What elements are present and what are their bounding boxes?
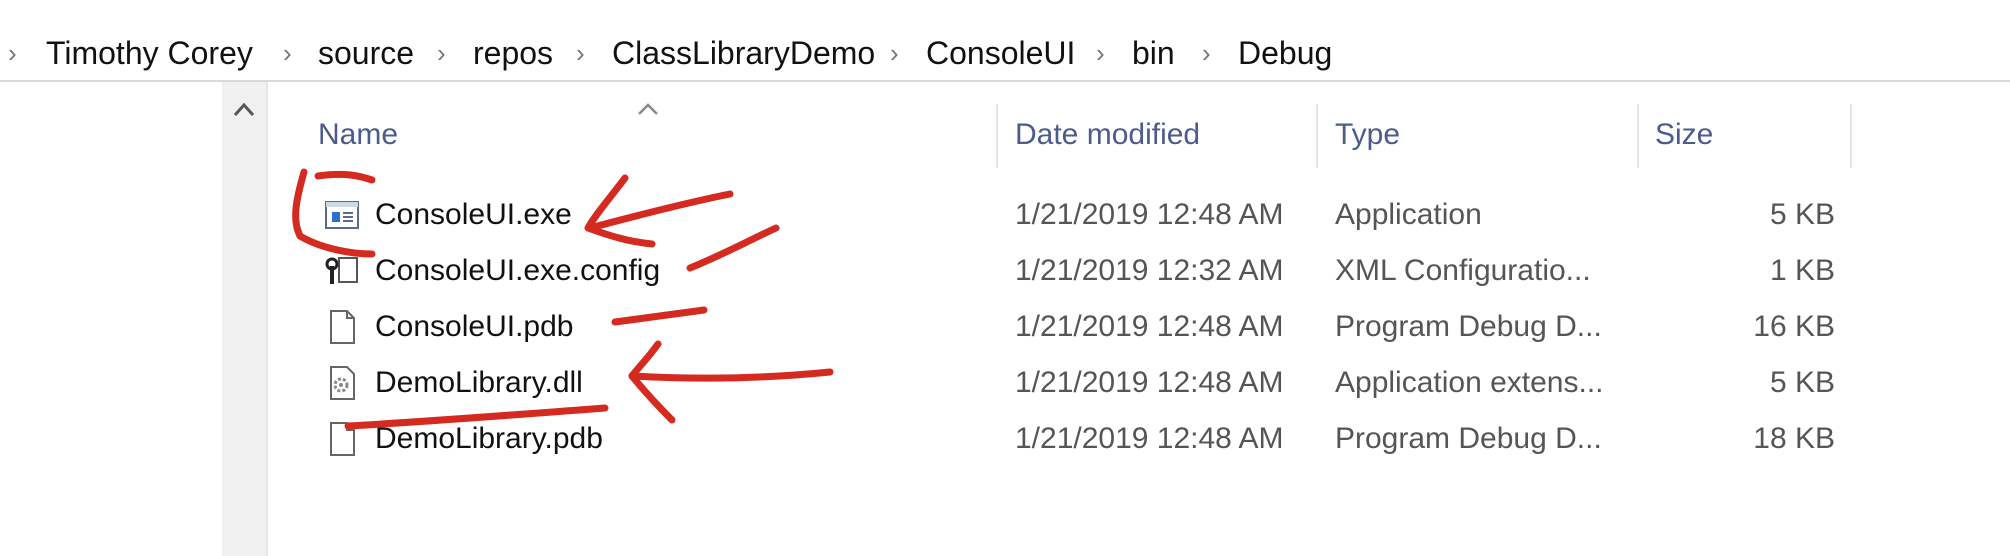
breadcrumb-item-timothy-corey[interactable]: Timothy Corey: [46, 37, 253, 69]
navigation-pane[interactable]: [222, 82, 268, 556]
file-name: DemoLibrary.pdb: [375, 422, 603, 455]
scroll-up-icon[interactable]: [222, 94, 266, 122]
file-row[interactable]: DemoLibrary.dll 1/21/2019 12:48 AM Appli…: [305, 356, 1850, 408]
breadcrumb-item-source[interactable]: source: [318, 37, 414, 69]
column-divider[interactable]: [1316, 104, 1318, 168]
file-type: Application: [1335, 198, 1482, 231]
file-date-modified: 1/21/2019 12:48 AM: [1015, 422, 1284, 455]
file-size: 5 KB: [1769, 366, 1835, 399]
window-top-strip: [0, 0, 2010, 26]
column-divider[interactable]: [996, 104, 998, 168]
file-type: Program Debug D...: [1335, 422, 1602, 455]
column-header-size[interactable]: Size: [1655, 118, 1713, 152]
file-row[interactable]: ConsoleUI.exe.config 1/21/2019 12:32 AM …: [305, 244, 1850, 296]
file-date-modified: 1/21/2019 12:48 AM: [1015, 366, 1284, 399]
file-size: 18 KB: [1753, 422, 1835, 455]
file-row[interactable]: ConsoleUI.pdb 1/21/2019 12:48 AM Program…: [305, 300, 1850, 352]
blank-file-icon: [323, 420, 361, 458]
address-bar[interactable]: › Timothy Corey › source › repos › Class…: [0, 24, 2010, 82]
file-date-modified: 1/21/2019 12:48 AM: [1015, 310, 1284, 343]
sort-ascending-icon: [637, 94, 659, 120]
file-size: 16 KB: [1753, 310, 1835, 343]
blank-file-icon: [323, 308, 361, 346]
annotation-bracket: [314, 170, 376, 184]
file-row[interactable]: ConsoleUI.exe 1/21/2019 12:48 AM Applica…: [305, 188, 1850, 240]
file-type: Program Debug D...: [1335, 310, 1602, 343]
breadcrumb-item-repos[interactable]: repos: [473, 37, 553, 69]
column-header-type[interactable]: Type: [1335, 118, 1400, 152]
application-icon: [323, 196, 361, 234]
file-type: XML Configuratio...: [1335, 254, 1591, 287]
breadcrumb-item-consoleui[interactable]: ConsoleUI: [926, 37, 1075, 69]
file-type: Application extens...: [1335, 366, 1604, 399]
file-size: 1 KB: [1769, 254, 1835, 287]
file-name: ConsoleUI.exe: [375, 198, 572, 231]
file-name: DemoLibrary.dll: [375, 366, 583, 399]
breadcrumb-separator-icon[interactable]: ›: [437, 40, 446, 66]
file-date-modified: 1/21/2019 12:48 AM: [1015, 198, 1284, 231]
file-name: ConsoleUI.exe.config: [375, 254, 661, 287]
column-divider[interactable]: [1850, 104, 1852, 168]
column-divider[interactable]: [1637, 104, 1639, 168]
file-date-modified: 1/21/2019 12:32 AM: [1015, 254, 1284, 287]
file-row[interactable]: DemoLibrary.pdb 1/21/2019 12:48 AM Progr…: [305, 412, 1850, 464]
breadcrumb-separator-icon[interactable]: ›: [1096, 40, 1105, 66]
breadcrumb-separator-icon[interactable]: ›: [576, 40, 585, 66]
breadcrumb-item-debug[interactable]: Debug: [1238, 37, 1332, 69]
breadcrumb-separator-icon[interactable]: ›: [890, 40, 899, 66]
column-header-date-modified[interactable]: Date modified: [1015, 118, 1200, 152]
config-file-icon: [323, 252, 361, 290]
breadcrumb-item-bin[interactable]: bin: [1132, 37, 1175, 69]
file-size: 5 KB: [1769, 198, 1835, 231]
column-header-name[interactable]: Name: [318, 118, 398, 152]
breadcrumb-expand-icon[interactable]: ›: [8, 40, 17, 66]
breadcrumb-separator-icon[interactable]: ›: [1202, 40, 1211, 66]
breadcrumb-separator-icon[interactable]: ›: [283, 40, 292, 66]
file-name: ConsoleUI.pdb: [375, 310, 574, 343]
dll-file-icon: [323, 364, 361, 402]
breadcrumb-item-classlibrarydemo[interactable]: ClassLibraryDemo: [612, 37, 875, 69]
